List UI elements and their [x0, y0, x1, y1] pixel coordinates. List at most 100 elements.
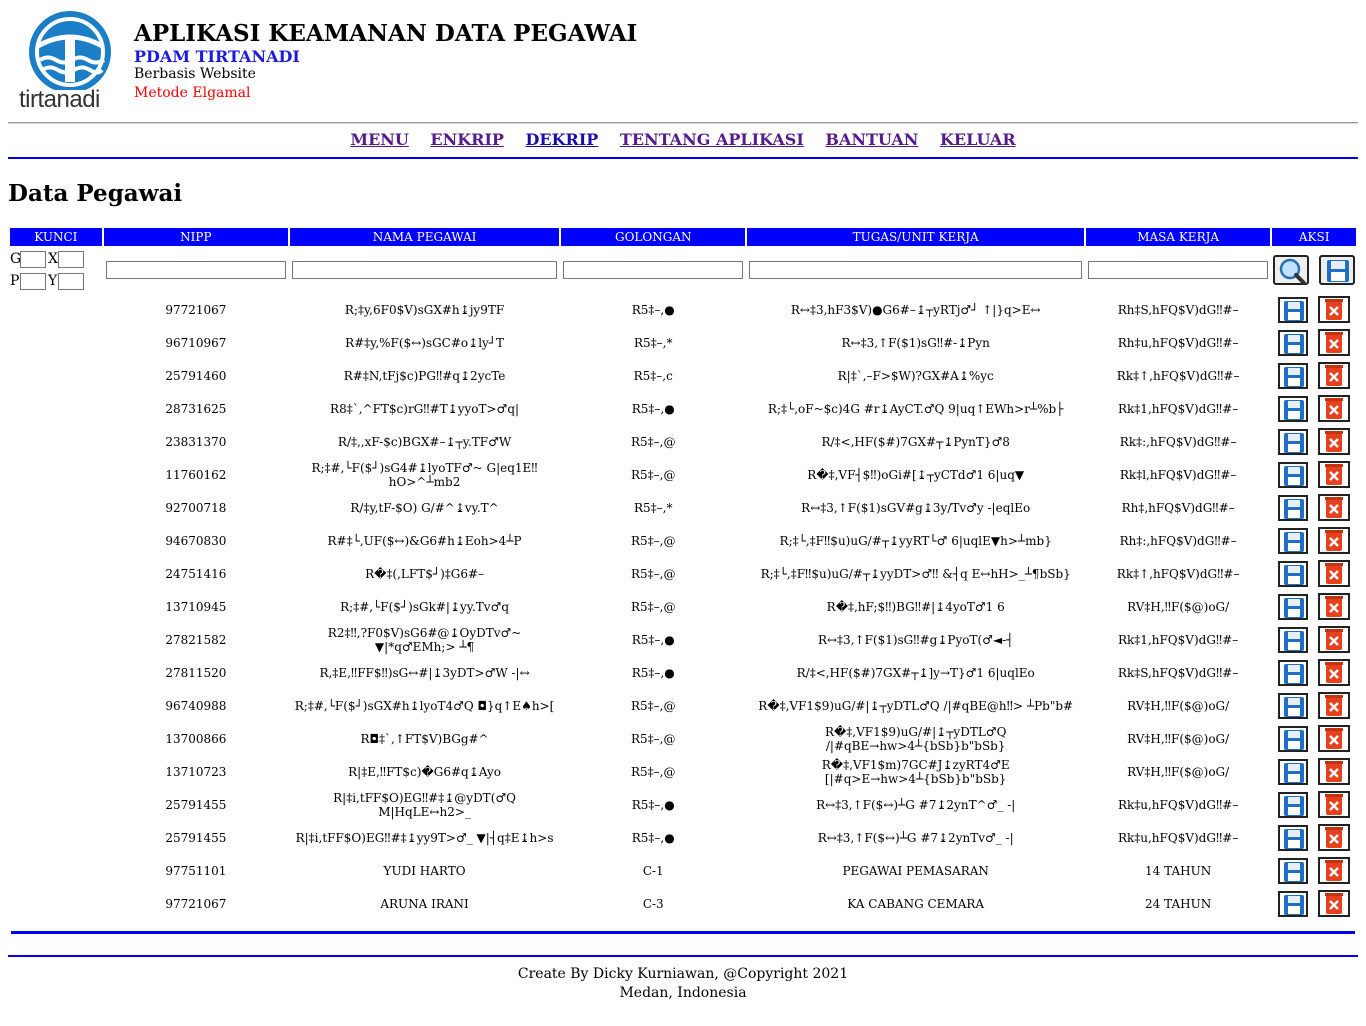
delete-button[interactable]: [1318, 395, 1351, 422]
delete-icon: [1325, 464, 1344, 485]
save-button[interactable]: [1278, 626, 1309, 653]
save-button[interactable]: [1278, 758, 1309, 785]
delete-button[interactable]: [1318, 758, 1351, 785]
col-tugas-unit-kerja: TUGAS/UNIT KERJA: [747, 228, 1084, 246]
kunci-x-input[interactable]: [58, 250, 84, 268]
table-row: 25791455 R|‡i,tFF$O)EG‼#‡↨yy9T>♂_ ▼|┤q‡E↨…: [10, 822, 1356, 853]
delete-button[interactable]: [1318, 791, 1351, 818]
footer-location: Medan, Indonesia: [619, 985, 747, 1001]
masa-kerja-input[interactable]: [1087, 261, 1269, 279]
nipp-input[interactable]: [105, 261, 287, 279]
delete-button[interactable]: [1318, 725, 1351, 752]
save-button[interactable]: [1278, 593, 1309, 620]
save-button[interactable]: [1278, 890, 1309, 917]
delete-button[interactable]: [1318, 857, 1351, 884]
main-nav: MENU ENKRIP DEKRIP TENTANG APLIKASI BANT…: [0, 130, 1366, 152]
kunci-cell: [10, 294, 102, 325]
nav-dekrip[interactable]: DEKRIP: [526, 130, 599, 149]
delete-button[interactable]: [1318, 593, 1351, 620]
delete-button[interactable]: [1318, 890, 1351, 917]
tugas-unit-kerja-input[interactable]: [749, 261, 1082, 279]
add-save-button[interactable]: [1319, 255, 1356, 285]
delete-button[interactable]: [1318, 560, 1351, 587]
logo-emblem-icon: [29, 11, 111, 93]
save-button[interactable]: [1278, 560, 1309, 587]
aksi-cell: [1272, 360, 1356, 391]
col-nama-pegawai: NAMA PEGAWAI: [290, 228, 560, 246]
nama-pegawai-input[interactable]: [292, 261, 558, 279]
nipp-cell: 28731625: [165, 401, 227, 416]
kunci-label-x: X: [48, 251, 58, 267]
header-divider: [8, 122, 1358, 124]
nav-enkrip[interactable]: ENKRIP: [430, 130, 504, 149]
delete-button[interactable]: [1318, 461, 1351, 488]
tugas-cell: R�‡,VF1$9)uG/#|↨┬yDTL♂Q /|#qBE→hw>4┴{bSb…: [824, 724, 1007, 753]
delete-icon: [1325, 860, 1344, 881]
nav-tentang-aplikasi[interactable]: TENTANG APLIKASI: [620, 130, 804, 149]
delete-button[interactable]: [1318, 527, 1351, 554]
save-button[interactable]: [1278, 527, 1309, 554]
tugas-cell: R�‡,VF1$m)7GC#J↨zyRT4♂E [|#q>E→hw>4┴{bSb…: [821, 757, 1010, 786]
delete-button[interactable]: [1318, 659, 1351, 686]
table-row: 13710945 R;‡#,└F($┘)sGk#|↨yy.Tv♂q R5‡–,@ R�…: [10, 591, 1356, 622]
save-button[interactable]: [1278, 857, 1309, 884]
nipp-cell: 13710723: [165, 764, 227, 779]
nav-menu[interactable]: MENU: [350, 130, 408, 149]
tugas-cell: R↔‡3,↑F($1)sG‼#g↨PyoT(♂◄-┤: [817, 632, 1014, 647]
nav-bantuan[interactable]: BANTUAN: [825, 130, 918, 149]
kunci-cell: [10, 327, 102, 358]
nav-keluar[interactable]: KELUAR: [940, 130, 1016, 149]
delete-button[interactable]: [1318, 824, 1351, 851]
nipp-cell: 92700718: [165, 500, 227, 515]
save-button[interactable]: [1278, 362, 1309, 389]
save-button[interactable]: [1278, 824, 1309, 851]
kunci-cell: [10, 459, 102, 490]
save-button[interactable]: [1278, 428, 1309, 455]
search-button[interactable]: [1273, 255, 1310, 285]
save-button[interactable]: [1278, 395, 1309, 422]
delete-icon: [1325, 530, 1344, 551]
nipp-cell: 96740988: [165, 698, 227, 713]
kunci-g-input[interactable]: [20, 250, 46, 268]
aksi-cell: [1272, 822, 1356, 853]
floppy-save-icon: [1284, 531, 1305, 552]
save-button[interactable]: [1278, 692, 1309, 719]
delete-button[interactable]: [1318, 626, 1351, 653]
table-row: 28731625 R8‡`,^FT$c)rG‼#T↨yyoT>♂q| R5‡–,● R…: [10, 393, 1356, 424]
kunci-y-input[interactable]: [58, 272, 84, 290]
save-button[interactable]: [1278, 296, 1309, 323]
delete-icon: [1325, 332, 1344, 353]
delete-button[interactable]: [1318, 329, 1351, 356]
nipp-cell: 97721067: [165, 896, 227, 911]
golongan-cell: R5‡–,c: [633, 368, 673, 383]
save-button[interactable]: [1278, 659, 1309, 686]
delete-icon: [1325, 563, 1344, 584]
save-button[interactable]: [1278, 791, 1309, 818]
delete-button[interactable]: [1318, 494, 1351, 521]
delete-button[interactable]: [1318, 362, 1351, 389]
save-button[interactable]: [1278, 461, 1309, 488]
kunci-cell: [10, 723, 102, 754]
save-button[interactable]: [1278, 329, 1309, 356]
delete-icon: [1325, 431, 1344, 452]
tugas-cell: R/‡<,HF($#)7GX#┬↨]y→T}♂1 6|uqlEo: [796, 665, 1035, 680]
golongan-cell: C-1: [642, 863, 664, 878]
app-method: Metode Elgamal: [134, 85, 251, 101]
kunci-p-input[interactable]: [20, 272, 46, 290]
masa-kerja-cell: Rk‡u,hFQ$V)dG‼#–: [1117, 797, 1239, 812]
delete-button[interactable]: [1318, 692, 1351, 719]
aksi-cell: [1272, 393, 1356, 424]
save-button[interactable]: [1278, 494, 1309, 521]
delete-button[interactable]: [1318, 428, 1351, 455]
floppy-save-icon: [1327, 260, 1350, 282]
aksi-filter-cell: [1272, 248, 1356, 292]
golongan-input[interactable]: [563, 261, 744, 279]
delete-button[interactable]: [1318, 296, 1351, 323]
masa-kerja-cell: Rh‡:,hFQ$V)dG‼#–: [1119, 533, 1237, 548]
save-button[interactable]: [1278, 725, 1309, 752]
table-row: 97751101 YUDI HARTO C-1 PEGAWAI PEMASARAN 14…: [10, 855, 1356, 886]
floppy-save-icon: [1284, 399, 1305, 420]
app-title: APLIKASI KEAMANAN DATA PEGAWAI: [134, 20, 638, 47]
golongan-cell: R5‡–,@: [631, 698, 676, 713]
nama-cell: R#‡y,%F($↔)sGC#o↨ly┘T: [345, 335, 505, 350]
